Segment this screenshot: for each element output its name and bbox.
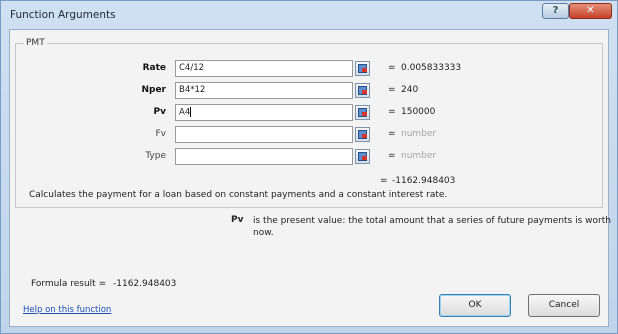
argument-label: Fv [155, 129, 166, 139]
argument-label: Type [145, 151, 166, 161]
equals-sign: = [388, 63, 396, 73]
question-icon: ? [552, 5, 559, 16]
title-bar[interactable]: Function Arguments ? ✕ [1, 1, 617, 27]
overall-result: -1162.948403 [392, 176, 456, 186]
collapse-dialog-icon[interactable] [355, 127, 370, 142]
argument-label: Rate [142, 63, 166, 73]
function-description: Calculates the payment for a loan based … [29, 190, 448, 200]
ok-button[interactable]: OK [439, 294, 511, 317]
argument-input-value: C4/12 [179, 63, 205, 73]
argument-result: 150000 [401, 107, 436, 117]
collapse-dialog-icon[interactable] [355, 105, 370, 120]
dialog-title: Function Arguments [10, 9, 116, 21]
dialog-body: PMT Rate C4/12 = 0.005833333 Nper B4*12 = 240 Pv… [9, 29, 611, 327]
collapse-dialog-icon[interactable] [355, 61, 370, 76]
argument-input-value: A4 [179, 107, 191, 118]
text-cursor [190, 107, 192, 117]
argument-result: 240 [401, 85, 419, 95]
argument-label: Nper [141, 85, 166, 95]
function-arguments-dialog: Function Arguments ? ✕ PMT Rate C4/12 = 0.0… [0, 0, 618, 334]
equals-sign: = [388, 151, 396, 161]
current-argument-name: Pv [231, 215, 244, 225]
argument-result: number [401, 151, 437, 161]
argument-input-nper[interactable]: B4*12 [175, 82, 353, 99]
overall-equals: = [380, 176, 388, 186]
equals-sign: = [388, 85, 396, 95]
formula-result-value: -1162.948403 [113, 279, 177, 289]
argument-input-fv[interactable] [175, 126, 353, 143]
argument-input-pv[interactable]: A4 [175, 104, 353, 121]
formula-result-label: Formula result = [31, 279, 107, 289]
close-button[interactable]: ✕ [569, 3, 612, 19]
collapse-dialog-icon[interactable] [355, 83, 370, 98]
collapse-dialog-icon[interactable] [355, 149, 370, 164]
cancel-button[interactable]: Cancel [528, 294, 600, 317]
equals-sign: = [388, 107, 396, 117]
argument-result: number [401, 129, 437, 139]
argument-input-rate[interactable]: C4/12 [175, 60, 353, 77]
help-button[interactable]: ? [542, 3, 569, 19]
argument-result: 0.005833333 [401, 63, 462, 73]
formula-result: Formula result = -1162.948403 [31, 279, 176, 289]
close-icon: ✕ [586, 5, 595, 16]
current-argument-description: is the present value: the total amount t… [253, 216, 611, 238]
help-on-function-link[interactable]: Help on this function [23, 305, 111, 315]
argument-input-value: B4*12 [179, 85, 206, 95]
argument-input-type[interactable] [175, 148, 353, 165]
equals-sign: = [388, 129, 396, 139]
argument-label: Pv [153, 107, 166, 117]
function-name: PMT [24, 38, 47, 48]
